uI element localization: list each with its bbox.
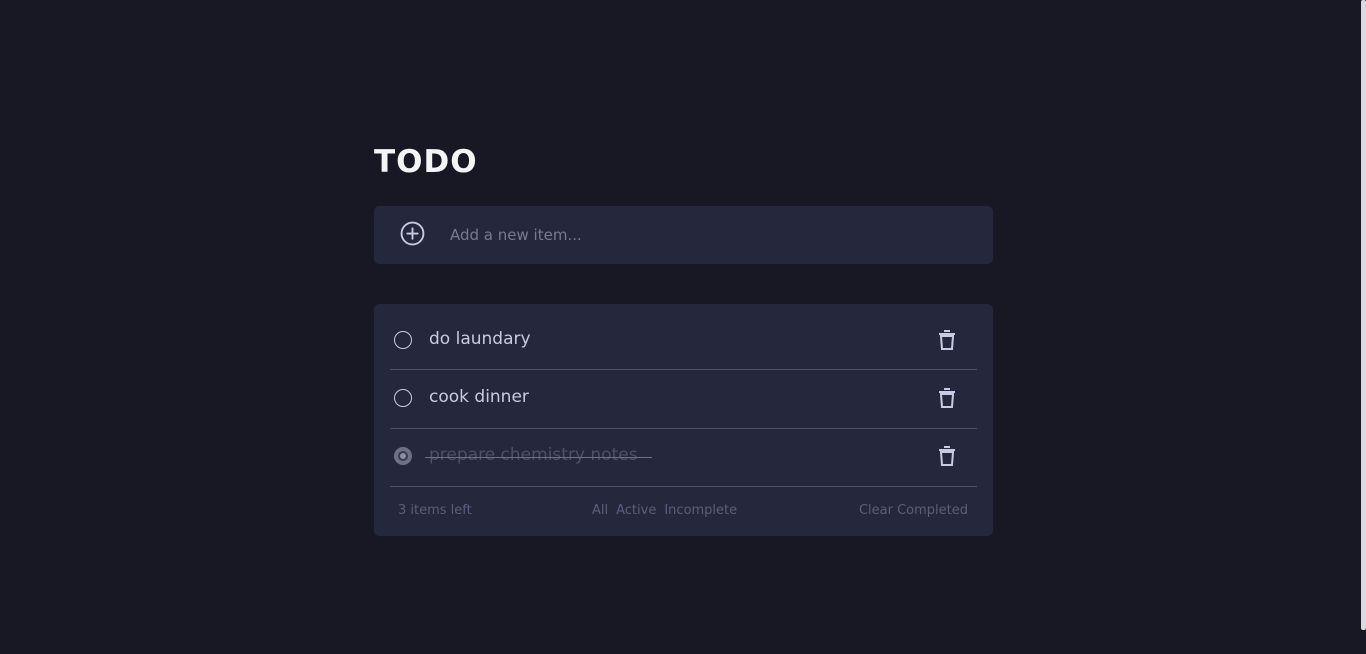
page: TODO do laundary cook dinne [0, 0, 1366, 654]
strikethrough-line [425, 457, 652, 458]
todo-item: do laundary [390, 312, 977, 370]
todo-item-completed: prepare chemistry notes [390, 428, 977, 487]
new-item-bar [374, 206, 993, 264]
todo-text[interactable]: do laundary [429, 329, 531, 349]
complete-checkbox[interactable] [394, 389, 412, 407]
new-item-input[interactable] [450, 220, 970, 250]
trash-icon[interactable] [937, 445, 957, 467]
todo-item: cook dinner [390, 370, 977, 429]
trash-icon[interactable] [937, 387, 957, 409]
filter-active[interactable]: Active [616, 503, 656, 518]
trash-icon[interactable] [937, 329, 957, 351]
filter-group: All Active Incomplete [592, 503, 745, 518]
filter-all[interactable]: All [592, 503, 608, 518]
todo-text[interactable]: prepare chemistry notes [429, 445, 638, 465]
complete-checkbox[interactable] [394, 331, 412, 349]
plus-circle-icon[interactable] [400, 221, 425, 246]
scrollbar[interactable] [1361, 0, 1366, 630]
app-title: TODO [374, 144, 478, 180]
todo-text[interactable]: cook dinner [429, 387, 529, 407]
items-left-count: 3 items left [398, 503, 472, 518]
list-footer: 3 items left All Active Incomplete Clear C… [374, 486, 993, 536]
todo-list: do laundary cook dinner prepare chemistr… [374, 304, 993, 536]
complete-checkbox[interactable] [394, 447, 412, 465]
clear-completed-button[interactable]: Clear Completed [859, 503, 968, 518]
filter-incomplete[interactable]: Incomplete [664, 503, 737, 518]
